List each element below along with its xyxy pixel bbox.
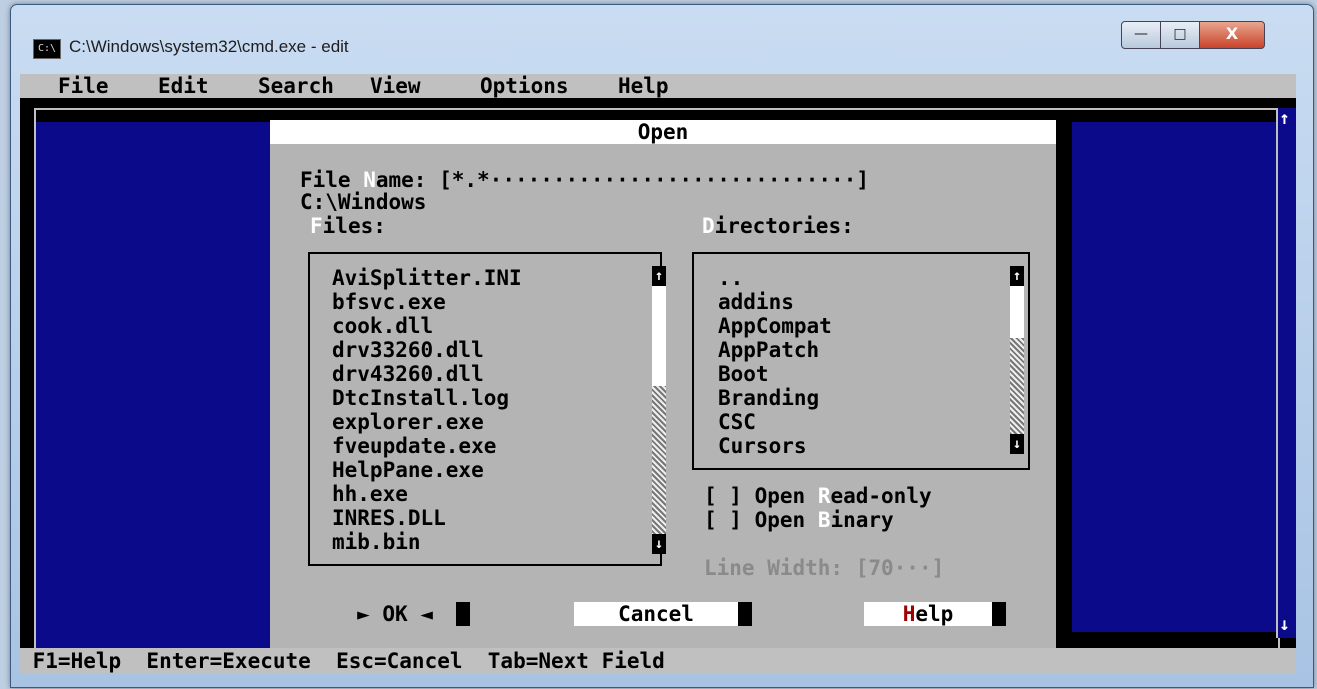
list-item[interactable]: cook.dll: [332, 314, 433, 338]
list-item[interactable]: DtcInstall.log: [332, 386, 509, 410]
readonly-checkbox-row[interactable]: [ ] Open Read-only: [704, 484, 932, 508]
files-label: Files:: [310, 214, 386, 238]
editor-text-area-left[interactable]: [36, 122, 270, 648]
readonly-hotkey: R: [817, 484, 831, 508]
files-label-text: iles:: [322, 214, 386, 238]
directories-scroll-thumb[interactable]: [1010, 338, 1024, 446]
line-width-input: [70···]: [855, 556, 945, 580]
help-button[interactable]: Help: [864, 602, 992, 626]
scroll-up-icon[interactable]: ↑: [652, 266, 666, 286]
help-hotkey: H: [902, 602, 916, 626]
maximize-button[interactable]: □: [1160, 21, 1200, 49]
cmd-icon[interactable]: C:\: [33, 39, 61, 59]
scroll-up-icon[interactable]: ↑: [1279, 108, 1290, 129]
list-item[interactable]: drv33260.dll: [332, 338, 484, 362]
directories-label-text: irectories:: [714, 214, 854, 238]
files-hotkey: F: [310, 214, 323, 238]
files-listbox[interactable]: AviSplitter.INI bfsvc.exe cook.dll drv33…: [308, 252, 666, 566]
status-bar: F1=Help Enter=Execute Esc=Cancel Tab=Nex…: [20, 648, 1296, 674]
menu-view[interactable]: View: [370, 74, 421, 98]
ok-button-shadow: [456, 602, 470, 626]
menu-options[interactable]: Options: [480, 74, 569, 98]
cancel-button[interactable]: Cancel: [574, 602, 738, 626]
files-scroll-thumb[interactable]: [652, 386, 666, 538]
list-item[interactable]: AviSplitter.INI: [332, 266, 522, 290]
current-path: C:\Windows: [300, 190, 427, 214]
list-item[interactable]: AppPatch: [718, 338, 819, 362]
editor-area: ↑ ↓ Open File Name: [*.*················…: [20, 98, 1296, 664]
scroll-down-icon[interactable]: ↓: [652, 534, 666, 554]
readonly-label-post: ead-only: [830, 484, 932, 508]
ok-button[interactable]: ► OK ◄: [334, 602, 456, 626]
binary-label-post: inary: [830, 508, 894, 532]
file-name-label-pre: File: [300, 168, 364, 192]
list-item[interactable]: CSC: [718, 410, 756, 434]
list-item[interactable]: INRES.DLL: [332, 506, 446, 530]
list-item[interactable]: fveupdate.exe: [332, 434, 496, 458]
editor-scrollbar[interactable]: ↑ ↓: [1276, 108, 1296, 638]
directories-label: Directories:: [702, 214, 854, 238]
binary-hotkey: B: [817, 508, 831, 532]
list-item[interactable]: Cursors: [718, 434, 807, 458]
menu-bar: File Edit Search View Options Help: [20, 74, 1296, 98]
minimize-button[interactable]: —: [1121, 21, 1161, 49]
editor-text-area-right[interactable]: [1072, 122, 1276, 632]
close-button[interactable]: X: [1199, 21, 1265, 49]
list-item[interactable]: ..: [718, 266, 743, 290]
directories-listbox[interactable]: .. addins AppCompat AppPatch Boot Brandi…: [692, 252, 1030, 470]
help-button-shadow: [992, 602, 1006, 626]
list-item[interactable]: hh.exe: [332, 482, 408, 506]
list-item[interactable]: bfsvc.exe: [332, 290, 446, 314]
console-client: File Edit Search View Options Help ↑ ↓ O…: [20, 74, 1296, 674]
scroll-down-icon[interactable]: ↓: [1010, 434, 1024, 454]
directories-hotkey: D: [702, 214, 715, 238]
list-item[interactable]: drv43260.dll: [332, 362, 484, 386]
file-name-hotkey: N: [363, 168, 376, 192]
list-item[interactable]: addins: [718, 290, 794, 314]
scroll-down-icon[interactable]: ↓: [1279, 614, 1290, 635]
file-name-input[interactable]: [*.*·····························]: [439, 168, 869, 192]
cancel-button-shadow: [738, 602, 752, 626]
dialog-shadow: [1056, 128, 1072, 656]
list-item[interactable]: Boot: [718, 362, 769, 386]
readonly-label-pre: Open: [754, 484, 818, 508]
open-dialog: Open File Name: [*.*····················…: [270, 120, 1056, 648]
title-bar[interactable]: C:\ C:\Windows\system32\cmd.exe - edit —…: [11, 5, 1313, 65]
readonly-checkbox[interactable]: [ ]: [704, 484, 742, 508]
dialog-title: Open: [637, 120, 689, 144]
list-item[interactable]: mib.bin: [332, 530, 421, 554]
file-name-row[interactable]: File Name: [*.*·························…: [300, 168, 869, 192]
scroll-up-icon[interactable]: ↑: [1010, 266, 1024, 286]
menu-help[interactable]: Help: [618, 74, 669, 98]
line-width-label: Line Width:: [704, 556, 844, 580]
menu-file[interactable]: File: [58, 74, 109, 98]
binary-label-pre: Open: [754, 508, 818, 532]
list-item[interactable]: explorer.exe: [332, 410, 484, 434]
binary-checkbox[interactable]: [ ]: [704, 508, 742, 532]
file-name-label-post: ame:: [375, 168, 427, 192]
window-title: C:\Windows\system32\cmd.exe - edit: [69, 37, 349, 56]
line-width-row: Line Width: [70···]: [704, 556, 944, 580]
menu-search[interactable]: Search: [258, 74, 334, 98]
binary-checkbox-row[interactable]: [ ] Open Binary: [704, 508, 894, 532]
list-item[interactable]: AppCompat: [718, 314, 832, 338]
menu-edit[interactable]: Edit: [158, 74, 209, 98]
list-item[interactable]: Branding: [718, 386, 819, 410]
help-label: elp: [915, 602, 954, 626]
list-item[interactable]: HelpPane.exe: [332, 458, 484, 482]
